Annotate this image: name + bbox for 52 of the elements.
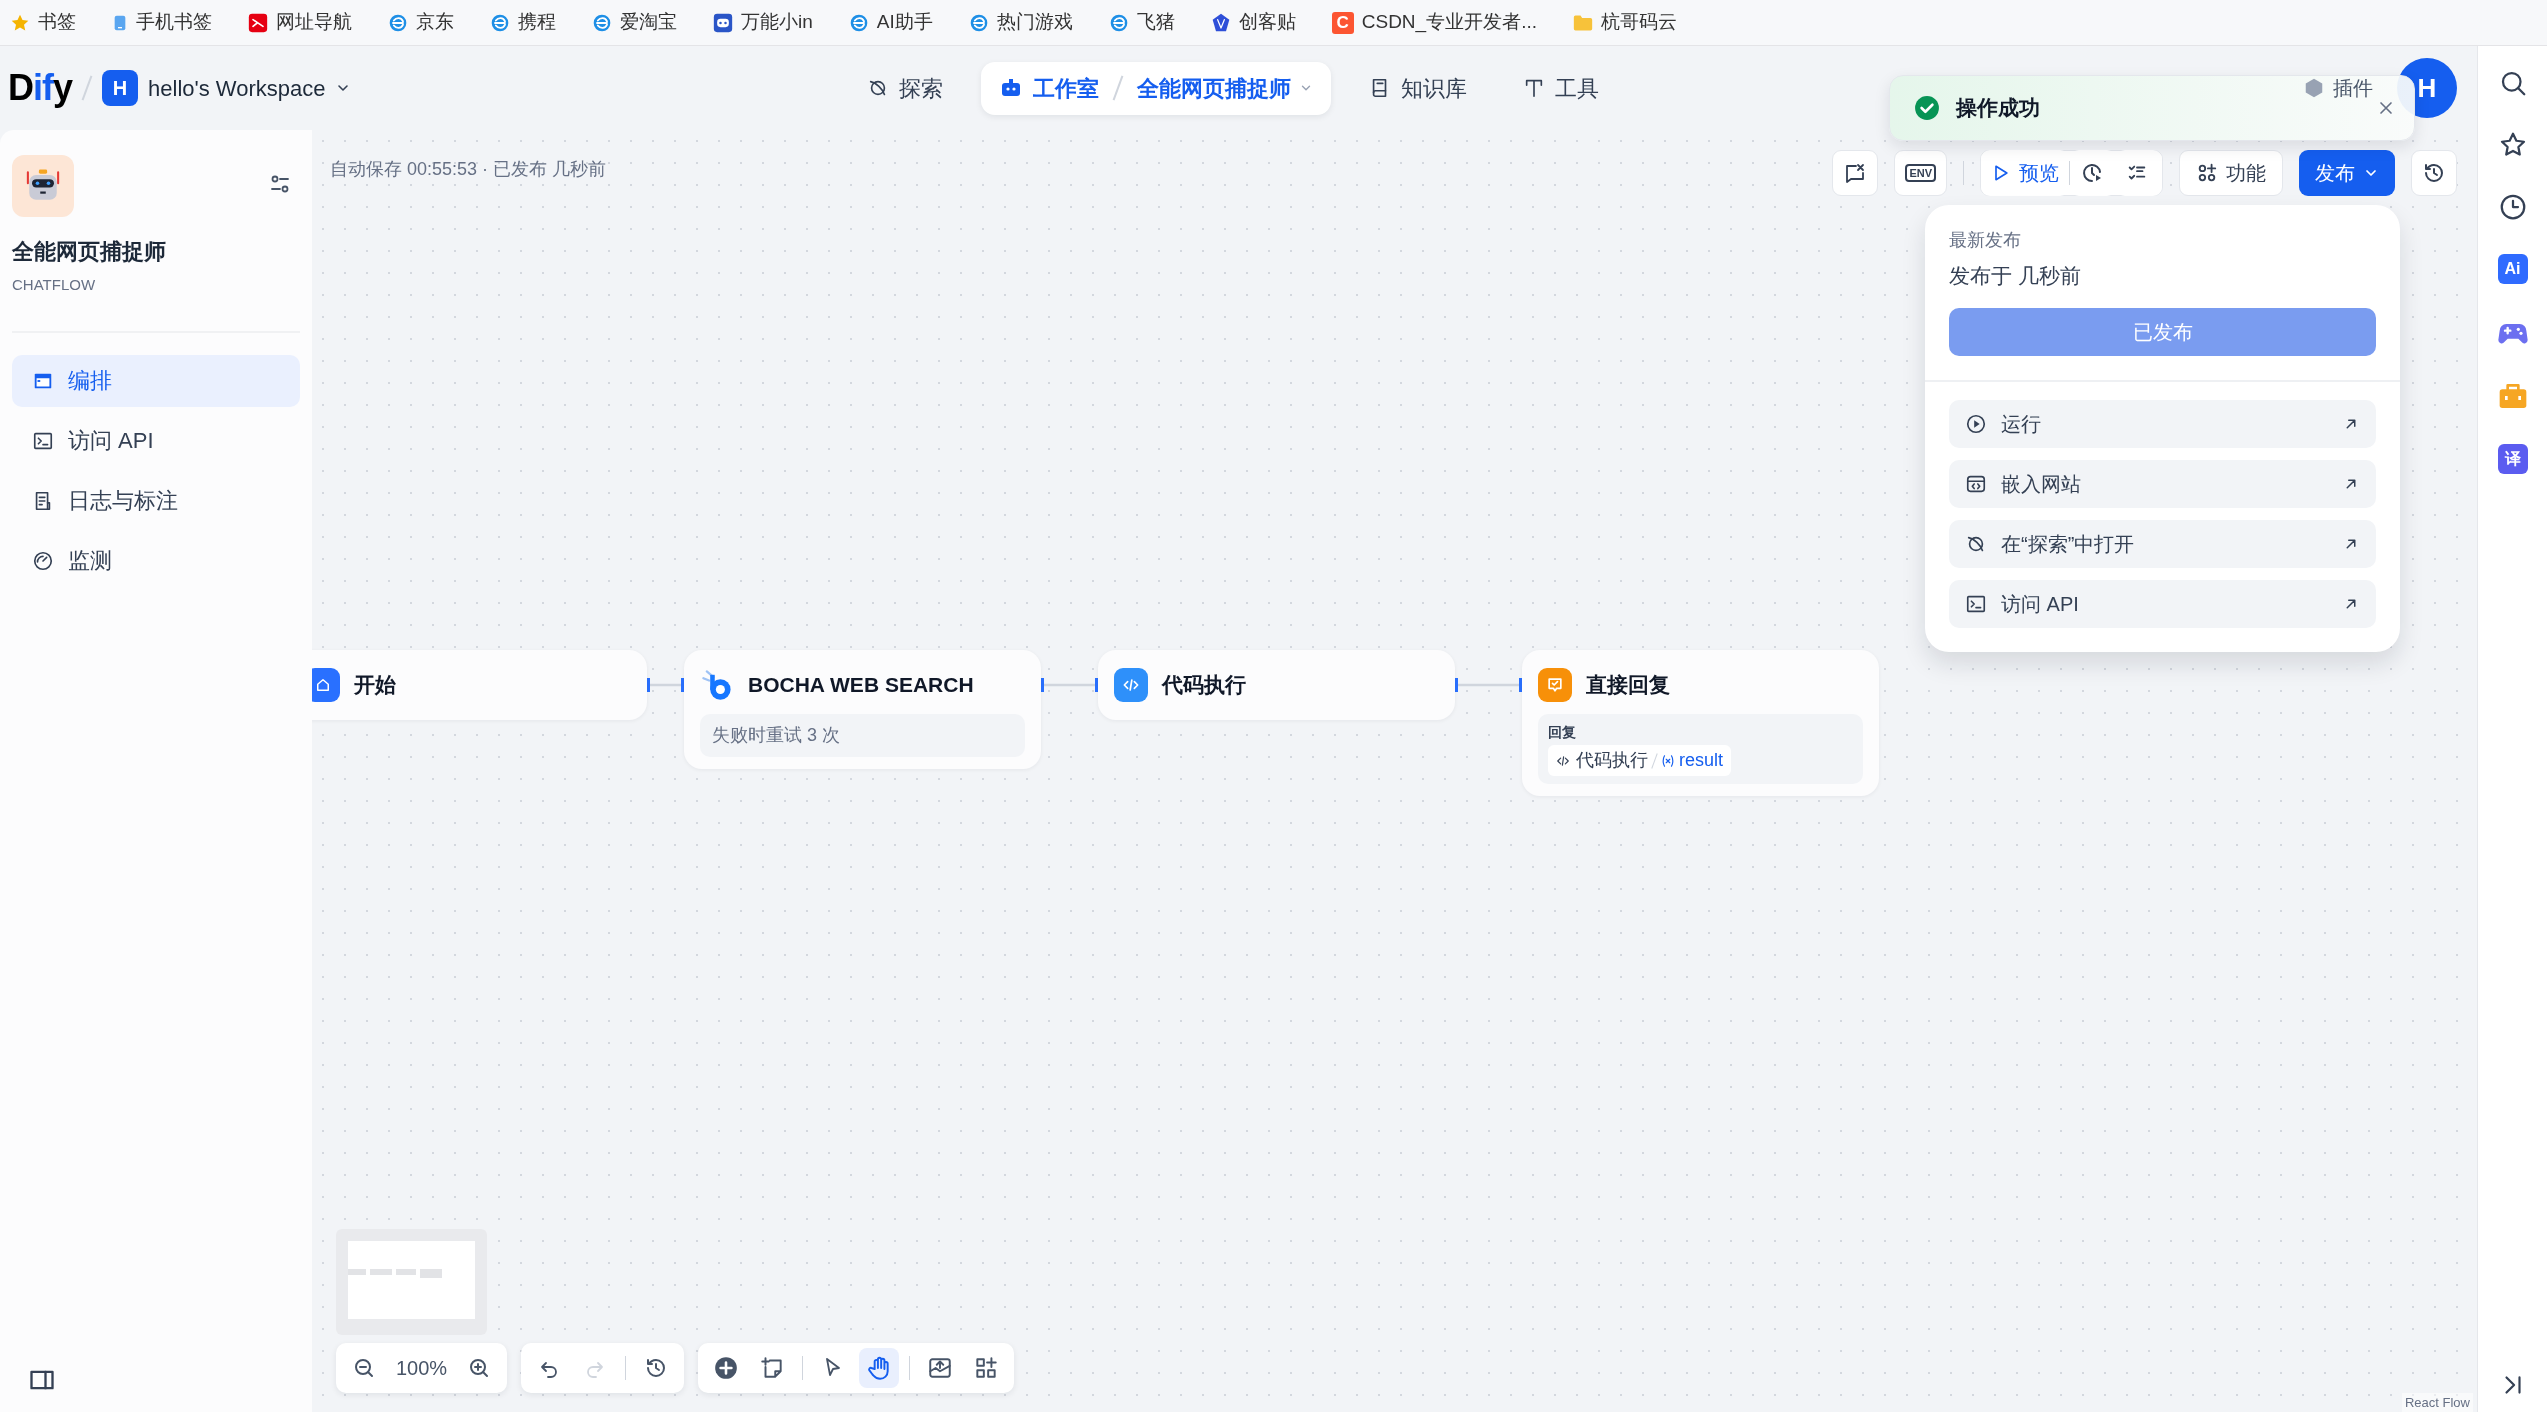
bookmark-link[interactable]: 爱淘宝: [592, 8, 677, 37]
attribution-link[interactable]: React Flow: [2401, 1392, 2473, 1412]
menu-action[interactable]: 在“探索”中打开: [1949, 519, 2376, 568]
bookmark-link[interactable]: 书签: [10, 8, 76, 37]
bookmark-link[interactable]: 京东: [388, 8, 454, 37]
sidebar-item[interactable]: 监测: [12, 534, 300, 587]
nav-tab[interactable]: 工作室 全能网页捕捉师: [980, 61, 1331, 115]
bookmark-link[interactable]: 杭哥码云: [1573, 8, 1677, 37]
toast-message: 操作成功: [1956, 95, 2041, 122]
menu-action[interactable]: 访问 API: [1949, 579, 2376, 628]
workflow-node[interactable]: 代码执行: [1098, 650, 1455, 720]
nav-tab[interactable]: 工具: [1504, 61, 1617, 115]
node-title: 直接回复: [1586, 672, 1670, 699]
variable-reference: 代码执行 result: [1548, 745, 1731, 776]
bookmark-link[interactable]: 飞猪: [1108, 8, 1175, 37]
answer-label: 回复: [1548, 723, 1577, 742]
app-shortcut-icon[interactable]: 译: [2497, 444, 2528, 474]
app-name: 全能网页捕捉师: [12, 238, 167, 266]
sidebar-item[interactable]: 访问 API: [12, 414, 300, 467]
workflow-node[interactable]: 开始: [312, 650, 647, 720]
workflow-node[interactable]: 直接回复 回复 代码执行 result: [1522, 650, 1879, 796]
menu-heading: 最新发布: [1949, 229, 2022, 252]
autosave-status: 自动保存 00:55:53 · 已发布 几秒前: [330, 158, 607, 181]
logo[interactable]: Dify: [8, 61, 73, 115]
menu-action[interactable]: 运行: [1949, 399, 2376, 448]
plugins-link[interactable]: 插件: [2303, 73, 2373, 103]
sidebar-item[interactable]: 编排: [12, 354, 300, 407]
nav-tab[interactable]: 探索: [848, 61, 961, 115]
node-title: 代码执行: [1162, 672, 1246, 699]
node-title: BOCHA WEB SEARCH: [748, 672, 974, 699]
bookmark-link[interactable]: 手机书签: [112, 8, 212, 37]
app-type: CHATFLOW: [12, 275, 97, 295]
retry-note: 失败时重试 3 次: [700, 714, 1025, 757]
node-title: 开始: [354, 672, 396, 699]
bookmark-link[interactable]: C CSDN_专业开发者...: [1331, 8, 1537, 37]
bookmark-link[interactable]: 网址导航: [248, 8, 352, 37]
publish-time: 发布于 几秒前: [1949, 263, 2082, 289]
bookmark-link[interactable]: AI助手: [848, 8, 933, 37]
workflow-node[interactable]: BOCHA WEB SEARCH 失败时重试 3 次: [684, 650, 1041, 769]
app-shortcut-icon[interactable]: Ai: [2497, 254, 2528, 284]
bookmark-link[interactable]: 万能小in: [713, 8, 813, 37]
workspace-switcher[interactable]: H hello's Workspace: [102, 70, 352, 106]
nav-tab[interactable]: 知识库: [1350, 61, 1485, 115]
menu-action[interactable]: 嵌入网站: [1949, 459, 2376, 508]
features-button[interactable]: 功能: [2179, 150, 2283, 196]
publish-button[interactable]: 发布: [2299, 150, 2395, 196]
bookmark-link[interactable]: 携程: [490, 8, 556, 37]
sidebar-item[interactable]: 日志与标注: [12, 474, 300, 527]
csdn-logo: C: [1331, 11, 1354, 34]
env-button[interactable]: ENV: [1894, 150, 1947, 196]
bookmark-link[interactable]: 创客贴: [1210, 8, 1296, 37]
bookmark-link[interactable]: 热门游戏: [968, 8, 1073, 37]
